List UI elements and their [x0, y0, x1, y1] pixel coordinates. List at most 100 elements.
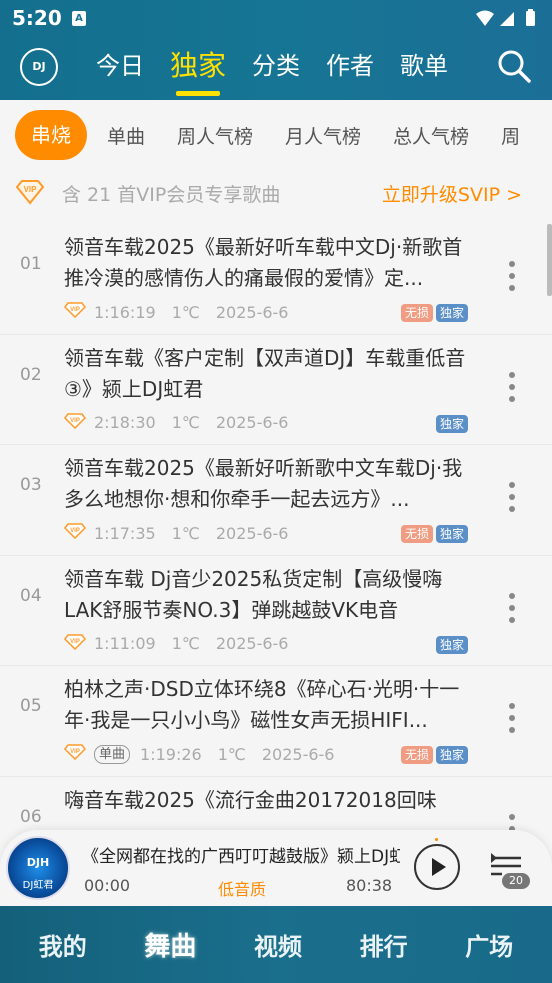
exclusive-badge: 独家: [435, 525, 468, 543]
more-options-icon[interactable]: [508, 702, 516, 734]
song-title[interactable]: 柏林之声·DSD立体环绕8《碎心石·光明·十一年·我是一只小小鸟》磁性女声无损H…: [64, 674, 470, 736]
vip-icon: VIP: [64, 523, 86, 543]
song-date: 2025-6-6: [215, 523, 289, 543]
song-date: 2025-6-6: [215, 413, 289, 432]
song-number: 05: [20, 696, 42, 716]
category-chips: 串烧 单曲 周人气榜 月人气榜 总人气榜 周: [0, 108, 552, 162]
song-duration: 2:18:30: [94, 413, 156, 432]
nav-dance[interactable]: 舞曲: [144, 926, 196, 963]
play-icon: [432, 858, 446, 876]
current-time: 00:00: [84, 876, 131, 895]
song-number: 03: [20, 475, 42, 495]
single-tag: 单曲: [94, 744, 131, 764]
svg-text:VIP: VIP: [70, 528, 80, 534]
song-duration: 1:19:26: [140, 744, 202, 764]
more-options-icon[interactable]: [508, 481, 516, 513]
upgrade-svip-link[interactable]: 立即升级SVIP >: [382, 180, 522, 207]
lossless-badge: 无损: [400, 525, 433, 543]
vip-icon: VIP: [64, 744, 86, 764]
song-temp: 1℃: [171, 413, 200, 432]
quality-button[interactable]: 低音质: [218, 876, 266, 900]
mini-player: DJH DJ虹君 《全网都在找的广西叮叮越鼓版》颍上DJ虹君 00:00 低音质…: [0, 830, 552, 906]
more-options-icon[interactable]: [508, 260, 516, 292]
exclusive-badge: 独家: [435, 635, 468, 654]
song-duration: 1:11:09: [94, 634, 156, 653]
disc-sub-label: DJ虹君: [22, 880, 54, 891]
exclusive-badge: 独家: [435, 414, 468, 433]
song-row[interactable]: 02 领音车载《客户定制【双声道DJ】车载重低音③》颍上DJ虹君 VIP 2:18:3…: [0, 335, 552, 445]
notification-a-icon: A: [72, 11, 86, 26]
svg-text:VIP: VIP: [70, 307, 80, 313]
search-icon[interactable]: [496, 48, 532, 84]
play-button[interactable]: [414, 844, 460, 890]
vip-count-text: 含 21 首VIP会员专享歌曲: [62, 184, 281, 206]
tab-exclusive[interactable]: 独家: [170, 46, 226, 96]
status-time: 5:20: [12, 6, 62, 30]
song-row[interactable]: 03 领音车载2025《最新好听新歌中文车载Dj·我多么地想你·想和你牵手一起去远…: [0, 445, 552, 556]
svg-text:VIP: VIP: [70, 418, 80, 424]
song-row[interactable]: 04 领音车载 Dj音少2025私货定制【高级慢嗨LAK舒服节奏NO.3】弹跳越鼓…: [0, 556, 552, 666]
more-options-icon[interactable]: [508, 592, 516, 624]
vip-icon: VIP: [64, 412, 86, 433]
vip-diamond-icon: VIP: [15, 180, 45, 205]
song-title[interactable]: 嗨音车载2025《流行金曲20172018回味: [64, 785, 470, 816]
progress-dot: [435, 838, 438, 841]
song-title[interactable]: 领音车载《客户定制【双声道DJ】车载重低音③》颍上DJ虹君: [64, 343, 470, 405]
app-logo[interactable]: DJ: [20, 48, 58, 86]
more-options-icon[interactable]: [508, 371, 516, 403]
song-date: 2025-6-6: [215, 302, 289, 322]
vip-banner[interactable]: VIP 含 21 首VIP会员专享歌曲 立即升级SVIP >: [0, 170, 552, 214]
song-number: 02: [20, 364, 42, 385]
song-badges: 独家: [433, 414, 468, 433]
chip-4[interactable]: 总人气榜: [393, 122, 469, 149]
tab-author[interactable]: 作者: [326, 46, 374, 96]
song-list: 01 领音车载2025《最新好听车载中文Dj·新歌首推冷漠的感情伤人的痛最假的爱情…: [0, 224, 552, 830]
song-row[interactable]: 05 柏林之声·DSD立体环绕8《碎心石·光明·十一年·我是一只小小鸟》磁性女声无…: [0, 666, 552, 777]
tab-today[interactable]: 今日: [96, 46, 144, 96]
song-meta: VIP 1:11:09 1℃ 2025-6-6: [64, 633, 304, 654]
song-badges: 无损 独家: [398, 304, 468, 322]
more-options-icon[interactable]: [508, 813, 516, 831]
lossless-badge: 无损: [400, 746, 433, 764]
song-meta: VIP 1:16:19 1℃ 2025-6-6: [64, 302, 304, 322]
song-title[interactable]: 领音车载2025《最新好听车载中文Dj·新歌首推冷漠的感情伤人的痛最假的爱情》定…: [64, 232, 470, 294]
system-status-icons: [476, 9, 535, 26]
song-meta: VIP 1:17:35 1℃ 2025-6-6: [64, 523, 304, 543]
chip-1[interactable]: 单曲: [107, 122, 145, 149]
vip-icon: VIP: [64, 633, 86, 654]
song-badges: 无损 独家: [398, 525, 468, 543]
song-number: 06: [20, 806, 42, 827]
signal-icon: [500, 12, 514, 26]
song-duration: 1:16:19: [94, 302, 156, 322]
lossless-badge: 无损: [400, 304, 433, 322]
song-row[interactable]: 06 嗨音车载2025《流行金曲20172018回味: [0, 777, 552, 831]
song-number: 04: [20, 585, 42, 606]
tab-playlist[interactable]: 歌单: [400, 46, 448, 96]
now-playing-title[interactable]: 《全网都在找的广西叮叮越鼓版》颍上DJ虹君: [82, 842, 400, 867]
battery-icon: [526, 11, 535, 26]
song-title[interactable]: 领音车载 Dj音少2025私货定制【高级慢嗨LAK舒服节奏NO.3】弹跳越鼓VK…: [64, 564, 470, 626]
chip-0[interactable]: 串烧: [15, 110, 87, 160]
song-temp: 1℃: [171, 302, 200, 322]
song-badges: 独家: [433, 635, 468, 654]
exclusive-badge: 独家: [435, 304, 468, 322]
tab-category[interactable]: 分类: [252, 46, 300, 96]
chip-5[interactable]: 周: [501, 122, 520, 149]
exclusive-badge: 独家: [435, 746, 468, 764]
chip-3[interactable]: 月人气榜: [285, 122, 361, 149]
list-scrollbar[interactable]: [547, 224, 552, 296]
nav-plaza[interactable]: 广场: [465, 927, 513, 962]
vip-icon: VIP: [64, 302, 86, 322]
song-temp: 1℃: [171, 634, 200, 653]
song-row[interactable]: 01 领音车载2025《最新好听车载中文Dj·新歌首推冷漠的感情伤人的痛最假的爱情…: [0, 224, 552, 335]
nav-mine[interactable]: 我的: [39, 927, 87, 962]
top-header: 5:20 A DJ 今日 独家 分类 作者 歌单: [0, 0, 552, 100]
song-title[interactable]: 领音车载2025《最新好听新歌中文车载Dj·我多么地想你·想和你牵手一起去远方》…: [64, 453, 470, 515]
nav-video[interactable]: 视频: [254, 927, 302, 962]
disc-label: DJH: [26, 856, 50, 869]
album-disc[interactable]: DJH DJ虹君: [6, 836, 70, 900]
chip-2[interactable]: 周人气榜: [177, 122, 253, 149]
wifi-icon: [476, 10, 494, 26]
song-duration: 1:17:35: [94, 523, 156, 543]
nav-ranking[interactable]: 排行: [360, 927, 408, 962]
